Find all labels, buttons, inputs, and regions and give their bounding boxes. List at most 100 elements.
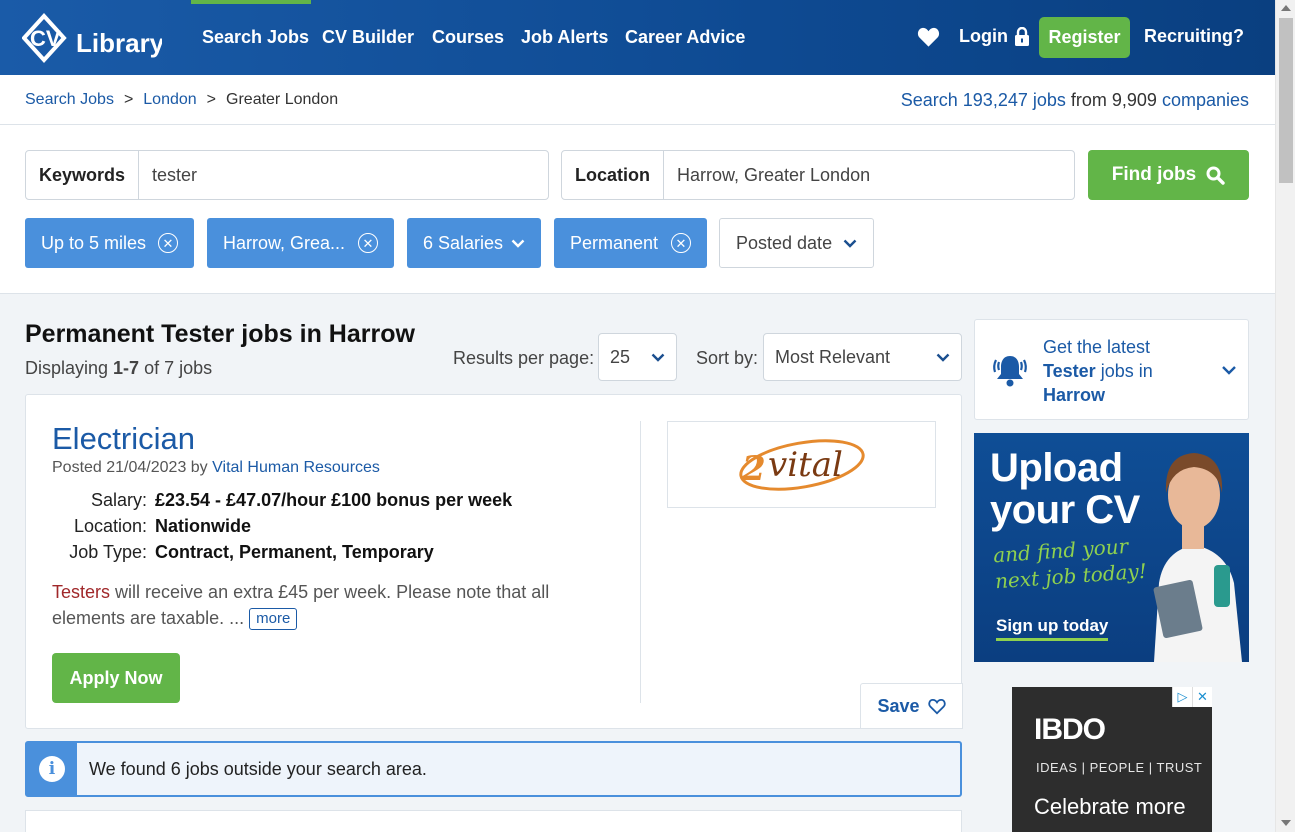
- heart-outline-icon: [927, 698, 946, 715]
- location-label: Location: [562, 151, 664, 199]
- chevron-down-icon: [651, 353, 665, 362]
- nav-career-advice[interactable]: Career Advice: [625, 26, 745, 48]
- page-scrollbar[interactable]: [1275, 0, 1295, 832]
- results-per-page-label: Results per page:: [453, 348, 595, 368]
- info-icon: i: [39, 756, 65, 782]
- nav-job-alerts[interactable]: Job Alerts: [521, 26, 608, 48]
- ad-close-icon[interactable]: ✕: [1192, 687, 1212, 707]
- lock-icon: [1014, 27, 1029, 46]
- breadcrumb: Search Jobs > London > Greater London: [25, 91, 338, 109]
- recruiting-link[interactable]: Recruiting?: [1144, 26, 1244, 47]
- description-text: will receive an extra £45 per week. Plea…: [52, 582, 550, 628]
- location-field[interactable]: Location Harrow, Greater London: [561, 150, 1075, 200]
- filter-chip-permanent[interactable]: Permanent ✕: [554, 218, 707, 268]
- bdo-advert[interactable]: ▷ ✕ IBDO IDEAS | PEOPLE | TRUST Celebrat…: [1012, 687, 1212, 832]
- sort-by-select[interactable]: Most Relevant: [763, 333, 962, 381]
- location-value: Nationwide: [155, 516, 252, 536]
- scroll-thumb[interactable]: [1279, 18, 1293, 183]
- sort-by-label: Sort by:: [696, 348, 759, 368]
- job-card: [25, 810, 962, 832]
- bdo-logo: IBDO: [1034, 713, 1106, 746]
- vital-logo-text: vital: [768, 445, 843, 485]
- alert-line-1: Get the latest: [1043, 337, 1151, 357]
- login-link[interactable]: Login: [959, 26, 1030, 47]
- job-type-value: Contract, Permanent, Temporary: [155, 542, 434, 562]
- companies-link[interactable]: companies: [1162, 90, 1249, 110]
- salary-value: £23.54 - £47.07/hour £100 bonus per week: [155, 490, 513, 510]
- results-title: Permanent Tester jobs in Harrow: [25, 320, 415, 348]
- breadcrumb-search-jobs[interactable]: Search Jobs: [25, 91, 114, 109]
- close-circle-icon[interactable]: ✕: [358, 233, 378, 253]
- company-logo[interactable]: 2 vital: [667, 421, 936, 508]
- outside-area-notice: i We found 6 jobs outside your search ar…: [25, 741, 962, 797]
- job-company-link[interactable]: Vital Human Resources: [212, 459, 380, 476]
- breadcrumb-separator: >: [206, 91, 217, 108]
- close-circle-icon[interactable]: ✕: [671, 233, 691, 253]
- apply-now-button[interactable]: Apply Now: [52, 653, 180, 703]
- location-input[interactable]: Harrow, Greater London: [664, 151, 883, 199]
- keywords-input[interactable]: tester: [139, 151, 210, 199]
- cv-banner-title: Upload your CV: [990, 447, 1140, 531]
- nav-courses[interactable]: Courses: [432, 26, 504, 48]
- job-card: Electrician Posted 21/04/2023 by Vital H…: [25, 394, 963, 729]
- scroll-up-arrow[interactable]: [1281, 5, 1291, 11]
- job-location-row: Location: Nationwide: [52, 516, 251, 537]
- bell-icon: [993, 356, 1027, 387]
- login-label: Login: [959, 26, 1008, 46]
- cv-title-line-1: Upload: [990, 446, 1123, 490]
- job-salary-row: Salary: £23.54 - £47.07/hour £100 bonus …: [52, 490, 512, 511]
- results-per-page-select[interactable]: 25: [598, 333, 677, 381]
- upload-cv-banner[interactable]: Upload your CV and find your next job to…: [974, 433, 1249, 662]
- nav-active-indicator: [191, 0, 311, 4]
- close-circle-icon[interactable]: ✕: [158, 233, 178, 253]
- register-button[interactable]: Register: [1039, 17, 1130, 58]
- cv-library-logo[interactable]: CV Library: [22, 12, 162, 64]
- job-alert-box[interactable]: Get the latest Tester jobs in Harrow: [974, 319, 1249, 420]
- vital-logo-initial: 2: [741, 449, 766, 489]
- search-panel: Keywords tester Location Harrow, Greater…: [0, 125, 1275, 294]
- cv-title-line-2: your CV: [990, 488, 1140, 532]
- heart-icon[interactable]: [917, 26, 940, 48]
- filter-chip-label: Up to 5 miles: [41, 232, 147, 253]
- save-job-button[interactable]: Save: [860, 683, 963, 729]
- filter-chip-label: Posted date: [736, 232, 833, 253]
- chevron-down-icon: [511, 239, 525, 248]
- filter-chip-label: Harrow, Grea...: [223, 232, 346, 253]
- job-posted-info: Posted 21/04/2023 by Vital Human Resourc…: [52, 459, 380, 477]
- filter-chip-label: Permanent: [570, 232, 659, 253]
- filter-chip-location[interactable]: Harrow, Grea... ✕: [207, 218, 394, 268]
- more-button[interactable]: more: [249, 608, 298, 631]
- scroll-down-arrow[interactable]: [1281, 820, 1291, 826]
- logo-main: CV: [30, 26, 61, 51]
- breadcrumb-london[interactable]: London: [143, 91, 196, 109]
- ad-choices-icon[interactable]: ▷: [1172, 687, 1192, 707]
- filter-chip-label: 6 Salaries: [423, 232, 504, 253]
- keywords-field[interactable]: Keywords tester: [25, 150, 549, 200]
- chevron-down-icon[interactable]: [1221, 364, 1237, 376]
- person-illustration: [1153, 453, 1242, 662]
- job-type-label: Job Type:: [69, 542, 147, 562]
- nav-cv-builder[interactable]: CV Builder: [322, 26, 414, 48]
- sign-up-today-link[interactable]: Sign up today: [996, 616, 1109, 641]
- results-count-prefix: Displaying: [25, 358, 114, 378]
- nav-search-jobs[interactable]: Search Jobs: [202, 26, 309, 48]
- search-jobs-count-link[interactable]: Search 193,247 jobs: [901, 90, 1066, 110]
- notice-icon-panel: i: [27, 743, 77, 795]
- chevron-down-icon: [936, 353, 950, 362]
- results-count-range: 1-7: [113, 358, 140, 378]
- bdo-headline: Celebrate more: [1034, 794, 1186, 819]
- bdo-tagline: IDEAS | PEOPLE | TRUST: [1036, 760, 1203, 775]
- find-jobs-button[interactable]: Find jobs: [1088, 150, 1249, 200]
- vital-logo: 2 vital: [738, 438, 865, 491]
- companies-count: from 9,909: [1070, 90, 1157, 110]
- job-title-link[interactable]: Electrician: [52, 421, 195, 457]
- salary-label: Salary:: [90, 490, 147, 510]
- site-header: CV Library Search Jobs CV Builder Course…: [0, 0, 1275, 75]
- job-posted-date: Posted 21/04/2023 by: [52, 459, 208, 476]
- sort-by-value: Most Relevant: [775, 346, 891, 367]
- filter-chip-salaries[interactable]: 6 Salaries: [407, 218, 541, 268]
- alert-keyword: Tester: [1043, 361, 1096, 381]
- filter-posted-date[interactable]: Posted date: [719, 218, 874, 268]
- chevron-down-icon: [843, 239, 857, 248]
- filter-chip-distance[interactable]: Up to 5 miles ✕: [25, 218, 194, 268]
